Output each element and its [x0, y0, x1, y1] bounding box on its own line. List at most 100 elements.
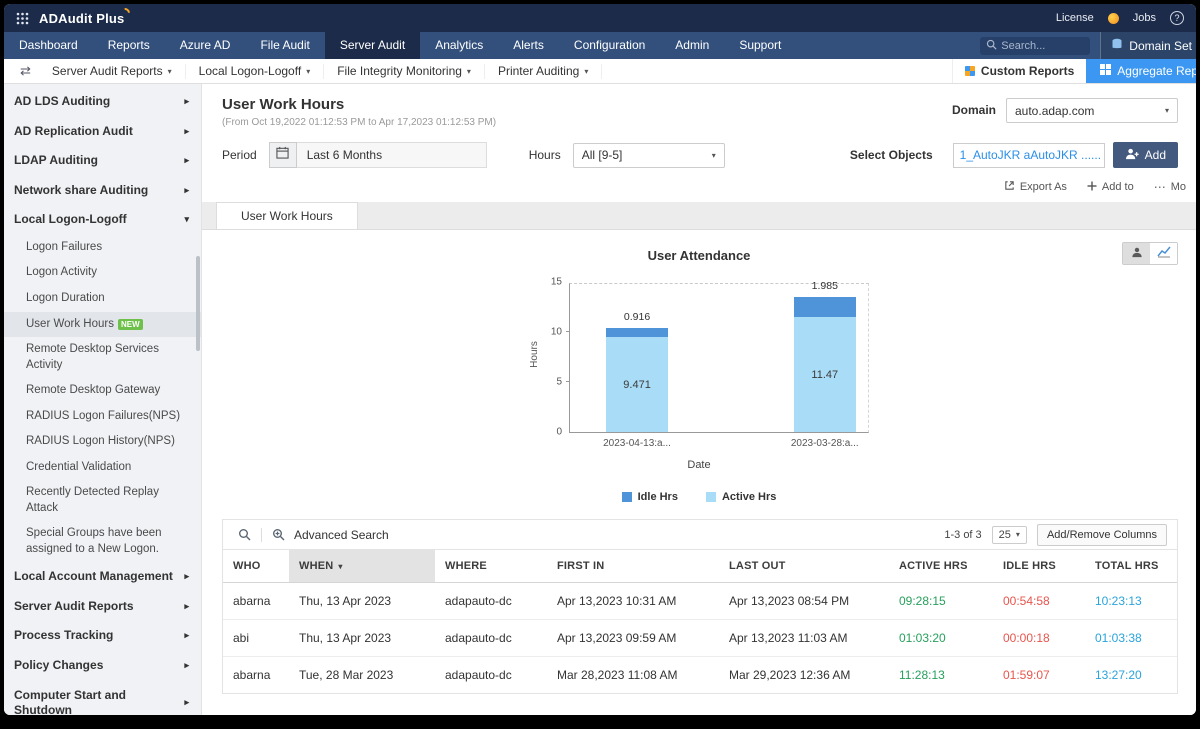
- sidebar-group-network-share-auditing[interactable]: Network share Auditing ▸: [4, 176, 201, 206]
- subnav-local-logon-logoff[interactable]: Local Logon-Logoff ▾: [186, 63, 325, 79]
- search-icon[interactable]: [233, 528, 256, 541]
- sidebar-item-logon-duration[interactable]: Logon Duration: [4, 286, 201, 312]
- report-actions: Export As Add to ⋯ Mo: [202, 168, 1196, 202]
- sidebar-item-logon-activity[interactable]: Logon Activity: [4, 260, 201, 286]
- sidebar-item-special-groups-have-been-assigned-to-a-new-logon[interactable]: Special Groups have been assigned to a N…: [4, 521, 201, 562]
- license-status-icon[interactable]: [1107, 12, 1119, 24]
- column-header-total-hrs[interactable]: TOTAL HRS: [1085, 550, 1177, 582]
- report-date-range: (From Oct 19,2022 01:12:53 PM to Apr 17,…: [222, 117, 497, 128]
- sidebar-item-radius-logon-failures-nps[interactable]: RADIUS Logon Failures(NPS): [4, 404, 201, 430]
- brand-logo: ADAudit Plus: [39, 10, 125, 26]
- sidebar-group-ad-lds-auditing[interactable]: AD LDS Auditing ▸: [4, 87, 201, 117]
- sidebar-group-local-logon-logoff[interactable]: Local Logon-Logoff ▾: [4, 205, 201, 235]
- subnav-label: File Integrity Monitoring: [337, 64, 462, 78]
- sidebar-group-server-audit-reports[interactable]: Server Audit Reports ▸: [4, 592, 201, 622]
- nav-tab-reports[interactable]: Reports: [93, 32, 165, 59]
- y-tick-label: 10: [550, 326, 562, 338]
- nav-tab-analytics[interactable]: Analytics: [420, 32, 498, 59]
- sidebar-item-remote-desktop-gateway[interactable]: Remote Desktop Gateway: [4, 378, 201, 404]
- subnav-file-integrity-monitoring[interactable]: File Integrity Monitoring ▾: [324, 63, 485, 79]
- nav-tab-configuration[interactable]: Configuration: [559, 32, 660, 59]
- domain-select[interactable]: auto.adap.com ▾: [1006, 98, 1178, 123]
- nav-tab-admin[interactable]: Admin: [660, 32, 724, 59]
- jobs-link[interactable]: Jobs: [1133, 12, 1156, 24]
- domain-settings-button[interactable]: Domain Set: [1100, 32, 1196, 59]
- sidebar-item-credential-validation[interactable]: Credential Validation: [4, 455, 201, 481]
- hours-select[interactable]: All [9-5] ▾: [572, 142, 725, 168]
- sidebar-group-local-account-management[interactable]: Local Account Management ▸: [4, 562, 201, 592]
- license-link[interactable]: License: [1056, 12, 1094, 24]
- sidebar-item-logon-failures[interactable]: Logon Failures: [4, 235, 201, 261]
- y-tick-label: 15: [550, 276, 562, 288]
- nav-tab-server-audit[interactable]: Server Audit: [324, 32, 421, 59]
- tab-user-work-hours[interactable]: User Work Hours: [216, 202, 358, 229]
- select-objects-input[interactable]: 1_AutoJKR aAutoJKR ......: [952, 142, 1105, 168]
- nav-tab-azure-ad[interactable]: Azure AD: [165, 32, 246, 59]
- sidebar-group-computer-start-and-shutdown[interactable]: Computer Start and Shutdown ▸: [4, 681, 201, 715]
- cell-first-in: Mar 28,2023 11:08 AM: [557, 668, 678, 682]
- column-header-who[interactable]: WHO: [223, 550, 289, 582]
- chevron-right-icon: ▸: [184, 659, 189, 670]
- sidebar-group-process-tracking[interactable]: Process Tracking ▸: [4, 621, 201, 651]
- cell-who: abi: [233, 631, 250, 645]
- chevron-down-icon: ▾: [167, 66, 172, 76]
- column-header-idle-hrs[interactable]: IDLE HRS: [993, 550, 1085, 582]
- sidebar-group-ad-replication-audit[interactable]: AD Replication Audit ▸: [4, 117, 201, 147]
- advanced-search-icon[interactable]: [267, 528, 290, 541]
- nav-tab-support[interactable]: Support: [724, 32, 796, 59]
- column-header-when[interactable]: WHEN ▾: [289, 550, 435, 582]
- custom-reports-button[interactable]: Custom Reports: [951, 59, 1086, 83]
- custom-reports-icon: [964, 66, 975, 76]
- aggregate-reports-button[interactable]: Aggregate Rep: [1086, 59, 1196, 83]
- column-header-last-out[interactable]: LAST OUT: [719, 550, 889, 582]
- page-size-select[interactable]: 25 ▾: [991, 525, 1027, 544]
- collapse-sidebar-icon[interactable]: ⇄: [12, 63, 39, 79]
- help-icon[interactable]: ?: [1170, 11, 1184, 25]
- sidebar-item-radius-logon-history-nps[interactable]: RADIUS Logon History(NPS): [4, 429, 201, 455]
- nav-tab-dashboard[interactable]: Dashboard: [4, 32, 93, 59]
- chevron-right-icon: ▸: [184, 697, 189, 708]
- subnav-server-audit-reports[interactable]: Server Audit Reports ▾: [39, 63, 186, 79]
- report-table-section: Advanced Search 1-3 of 3 25 ▾ Add/Remove…: [222, 519, 1178, 694]
- nav-tab-file-audit[interactable]: File Audit: [245, 32, 324, 59]
- cell-active: 11:28:13: [899, 668, 945, 682]
- domain-select-value: auto.adap.com: [1015, 103, 1095, 118]
- apps-grid-icon[interactable]: [16, 12, 29, 25]
- advanced-search-label[interactable]: Advanced Search: [294, 528, 389, 542]
- column-header-first-in[interactable]: FIRST IN: [547, 550, 719, 582]
- sidebar-group-ldap-auditing[interactable]: LDAP Auditing ▸: [4, 146, 201, 176]
- column-header-active-hrs[interactable]: ACTIVE HRS: [889, 550, 993, 582]
- sidebar-group-policy-changes[interactable]: Policy Changes ▸: [4, 651, 201, 681]
- sidebar-scrollbar[interactable]: [196, 256, 200, 351]
- global-search[interactable]: [980, 36, 1091, 55]
- chart-view-toggle[interactable]: [1150, 243, 1177, 264]
- aggregate-reports-label: Aggregate Rep: [1117, 64, 1196, 78]
- sidebar-item-recently-detected-replay-attack[interactable]: Recently Detected Replay Attack: [4, 480, 201, 521]
- calendar-button[interactable]: [268, 142, 297, 168]
- chevron-down-icon: ▾: [584, 66, 589, 76]
- column-header-where[interactable]: WHERE: [435, 550, 547, 582]
- nav-tab-alerts[interactable]: Alerts: [498, 32, 559, 59]
- chevron-right-icon: ▸: [184, 600, 189, 611]
- add-button[interactable]: Add: [1112, 142, 1178, 168]
- page-size-value: 25: [998, 528, 1011, 541]
- sidebar-item-remote-desktop-services-activity[interactable]: Remote Desktop Services Activity: [4, 337, 201, 378]
- sidebar-item-user-work-hours[interactable]: User Work Hours NEW: [4, 311, 201, 338]
- table-row[interactable]: abarna Tue, 28 Mar 2023 adapauto-dc Mar 28,…: [223, 657, 1177, 693]
- toolbar-divider: [261, 527, 262, 542]
- add-to-button[interactable]: Add to: [1087, 181, 1134, 194]
- table-row[interactable]: abarna Thu, 13 Apr 2023 adapauto-dc Apr 13,…: [223, 583, 1177, 620]
- export-as-button[interactable]: Export As: [1004, 180, 1067, 194]
- more-button[interactable]: ⋯ Mo: [1154, 180, 1186, 194]
- chart-bar-2023-03-28-a[interactable]: 1.985 11.47: [793, 280, 856, 432]
- subnav-label: Local Logon-Logoff: [198, 64, 302, 78]
- subnav-printer-auditing[interactable]: Printer Auditing ▾: [485, 63, 603, 79]
- chart-title: User Attendance: [647, 248, 751, 263]
- chart-bar-2023-04-13-a[interactable]: 0.916 9.471: [606, 284, 669, 432]
- chevron-right-icon: ▸: [184, 184, 189, 195]
- user-view-toggle[interactable]: [1123, 243, 1150, 264]
- add-remove-columns-button[interactable]: Add/Remove Columns: [1036, 523, 1167, 546]
- search-input[interactable]: [1001, 39, 1080, 52]
- table-row[interactable]: abi Thu, 13 Apr 2023 adapauto-dc Apr 13,202…: [223, 620, 1177, 657]
- period-input[interactable]: Last 6 Months: [296, 142, 487, 168]
